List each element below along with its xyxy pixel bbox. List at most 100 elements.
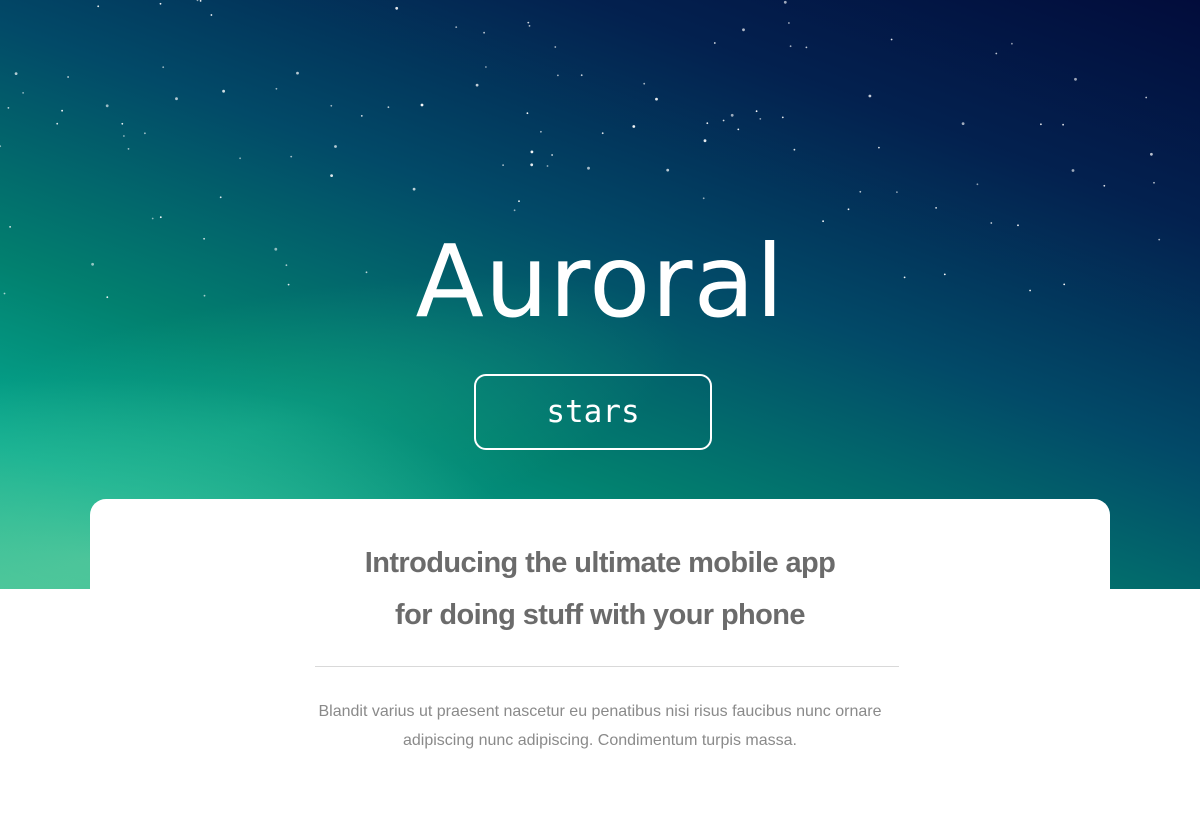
star (557, 74, 559, 77)
star (162, 66, 165, 69)
star (788, 22, 790, 24)
star (420, 103, 424, 107)
star (793, 148, 796, 151)
star (551, 154, 553, 156)
star (485, 66, 487, 68)
star (105, 104, 109, 108)
star (360, 115, 363, 117)
intro-body-text: Blandit varius ut praesent nascetur eu p… (318, 703, 882, 749)
intro-card: Introducing the ultimate mobile app for … (90, 499, 1110, 819)
star (502, 164, 504, 167)
star (144, 132, 146, 135)
star (540, 130, 542, 133)
star (896, 191, 898, 194)
star (159, 2, 162, 5)
star (513, 209, 516, 212)
star (530, 163, 534, 167)
star (61, 109, 63, 112)
star (412, 187, 416, 191)
star (199, 0, 202, 2)
star (14, 72, 18, 75)
star (0, 145, 2, 148)
star (995, 52, 998, 55)
star (395, 6, 399, 10)
star (702, 197, 705, 200)
star (387, 106, 390, 109)
star (219, 196, 222, 199)
star (196, 0, 199, 2)
star (526, 112, 529, 115)
star (275, 87, 278, 90)
star (878, 146, 880, 149)
star (123, 135, 125, 137)
star (1150, 152, 1153, 156)
star (528, 25, 531, 27)
star (127, 148, 130, 150)
star (121, 122, 124, 125)
stars-button[interactable]: stars (474, 374, 712, 450)
hero-title: Auroral (415, 223, 785, 340)
star (722, 119, 725, 122)
star (601, 132, 604, 135)
star (56, 122, 59, 125)
star (475, 83, 479, 87)
star (7, 107, 10, 109)
star (587, 166, 590, 170)
star (97, 5, 100, 8)
star (159, 216, 162, 219)
star (781, 116, 784, 119)
star (330, 174, 333, 178)
intro-headline-line-1: Introducing the ultimate mobile app (364, 547, 836, 579)
star (296, 71, 299, 75)
star (1040, 123, 1042, 126)
star (783, 0, 787, 4)
star (222, 89, 226, 93)
star (151, 217, 154, 220)
star (239, 157, 242, 160)
star (1062, 123, 1064, 126)
star (703, 139, 707, 143)
star (455, 26, 458, 28)
star (868, 94, 872, 98)
star (730, 113, 734, 117)
star (1103, 184, 1106, 187)
star (655, 97, 658, 101)
star (67, 76, 69, 78)
star (713, 42, 716, 44)
star (175, 97, 178, 101)
star (742, 28, 745, 32)
star (1011, 42, 1013, 45)
intro-headline: Introducing the ultimate mobile app for … (90, 537, 1110, 641)
star (518, 200, 520, 203)
star (935, 207, 937, 209)
star (666, 168, 670, 172)
intro-headline-line-2: for doing stuff with your phone (395, 599, 805, 631)
star (1145, 96, 1148, 99)
star (334, 145, 337, 148)
star (530, 150, 534, 154)
star (805, 46, 808, 49)
star (632, 125, 636, 128)
star (210, 14, 213, 16)
star (961, 122, 965, 125)
star (789, 45, 792, 48)
star (483, 31, 485, 34)
star (1153, 181, 1155, 184)
star (546, 165, 549, 167)
star (1071, 169, 1075, 172)
star (976, 183, 979, 186)
star (847, 208, 850, 211)
star (554, 46, 557, 48)
star (755, 110, 758, 113)
star (527, 21, 530, 24)
star (759, 118, 762, 120)
star (22, 92, 24, 94)
star (290, 155, 293, 158)
divider (315, 666, 899, 667)
star (330, 104, 333, 107)
star (643, 82, 646, 85)
star (737, 128, 740, 131)
star (580, 74, 583, 77)
star (859, 190, 862, 193)
star (1074, 77, 1077, 81)
